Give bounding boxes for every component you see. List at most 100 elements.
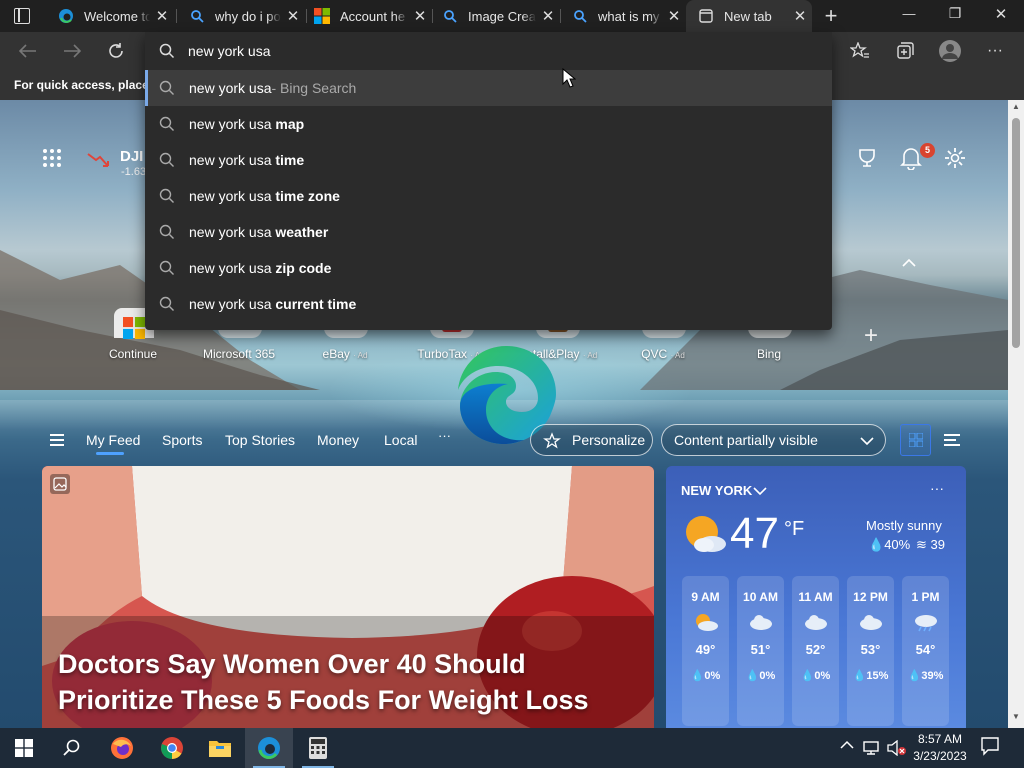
suggestion-item[interactable]: new york usa map [145,106,832,142]
tab-search-2[interactable]: what is my ✕ [560,0,686,32]
location-chevron-down-icon [753,487,767,496]
personalize-button[interactable]: Personalize [530,424,653,456]
shortcut-bing[interactable]: Bing [714,347,824,361]
edge-taskbar-icon[interactable] [245,728,293,768]
feed-tab-sports[interactable]: Sports [162,432,202,448]
feed-menu-hamburger-icon[interactable] [50,434,64,446]
feed-more-icon[interactable]: ··· [438,428,451,443]
suggestion-text: new york usa [189,152,276,168]
grid-layout-icon[interactable] [900,424,931,456]
ad-label: · Ad [353,351,368,360]
suggestion-item[interactable]: new york usa time zone [145,178,832,214]
favorites-star-icon[interactable] [848,40,872,62]
list-layout-icon[interactable] [944,434,960,446]
tray-chevron-up-icon[interactable] [840,740,854,754]
suggestion-item[interactable]: new york usa zip code [145,250,832,286]
network-icon[interactable] [862,740,882,756]
minimize-icon[interactable]: — [892,6,926,26]
hourly-forecast-10am[interactable]: 10 AM 51° 💧0% [737,576,784,726]
bing-search-icon [189,8,205,24]
bing-search-icon [442,8,458,24]
feed-tab-local[interactable]: Local [384,432,417,448]
tab-title: New tab [724,8,772,24]
settings-more-icon[interactable]: ··· [983,40,1007,62]
close-tab-icon[interactable]: ✕ [662,7,686,25]
microsoft-logo-icon [314,8,330,24]
tab-image-creator[interactable]: Image Crea ✕ [430,0,560,32]
address-input[interactable]: new york usa [188,43,270,59]
add-shortcut-plus-icon[interactable]: + [864,322,878,350]
hourly-forecast-11am[interactable]: 11 AM 52° 💧0% [792,576,839,726]
close-tab-icon[interactable]: ✕ [536,7,560,25]
system-clock[interactable]: 8:57 AM 3/23/2023 [912,731,968,765]
suggestion-item[interactable]: new york usa - Bing Search [145,70,832,106]
tab-actions-icon[interactable] [14,8,30,24]
weather-card[interactable]: NEW YORK ··· 47 °F Mostly sunny 💧40% ≋ 3… [666,466,966,728]
temperature-unit: °F [784,518,805,540]
collections-icon[interactable] [893,40,917,62]
shortcut-microsoft-365[interactable]: Microsoft 365 [184,347,294,361]
shortcut-ebay[interactable]: eBay · Ad [290,347,400,361]
collapse-chevron-up-icon[interactable] [902,258,918,274]
page-scrollbar[interactable]: ▲ ▼ [1008,100,1024,728]
ad-label: · Ad [670,351,685,360]
feed-tab-money[interactable]: Money [317,432,359,448]
hourly-forecast-1pm[interactable]: 1 PM 54° 💧39% [902,576,949,726]
hourly-forecast-9am[interactable]: 9 AM 49° 💧0% [682,576,729,726]
apps-grid-icon[interactable] [42,148,62,168]
suggestion-item[interactable]: new york usa time [145,142,832,178]
search-icon [159,116,174,131]
tab-welcome[interactable]: Welcome to ✕ [46,0,174,32]
content-visibility-dropdown[interactable]: Content partially visible [661,424,886,456]
forward-arrow-icon[interactable] [60,40,84,62]
close-tab-icon[interactable]: ✕ [408,7,432,25]
new-tab-plus-icon[interactable]: + [820,4,842,28]
suggestion-item[interactable]: new york usa weather [145,214,832,250]
hero-article-card[interactable]: Doctors Say Women Over 40 Should Priorit… [42,466,654,728]
precip-summary: 💧40% [868,537,911,552]
chrome-icon[interactable] [148,728,196,768]
address-bar-dropdown: new york usa new york usa - Bing Search … [145,32,832,330]
volume-muted-icon[interactable] [886,740,906,756]
suggestion-text: new york usa [189,188,276,204]
hour-label: 10 AM [743,590,778,604]
action-center-icon[interactable] [980,736,1004,760]
favorites-bar-hint: For quick access, place y [14,78,159,92]
taskbar-search-icon[interactable] [48,728,96,768]
feed-tab-my-feed[interactable]: My Feed [86,432,140,448]
feed-tab-top-stories[interactable]: Top Stories [225,432,295,448]
restore-icon[interactable]: ❐ [938,5,972,25]
partly-sunny-icon [695,614,718,631]
search-icon [159,188,174,203]
hour-temp: 51° [750,642,771,657]
hero-headline[interactable]: Doctors Say Women Over 40 Should Priorit… [58,646,638,718]
calculator-icon[interactable] [294,728,342,768]
notifications-bell-icon[interactable] [900,146,922,170]
profile-avatar-icon[interactable] [938,40,962,62]
refresh-icon[interactable] [104,40,128,62]
rewards-icon[interactable] [856,147,878,169]
scrollbar-thumb[interactable] [1012,118,1020,348]
close-tab-icon[interactable]: ✕ [150,7,174,25]
hourly-forecast-12pm[interactable]: 12 PM 53° 💧15% [847,576,894,726]
suggestion-item[interactable]: new york usa current time [145,286,832,322]
tab-new-tab[interactable]: New tab ✕ [686,0,812,32]
page-settings-gear-icon[interactable] [944,147,966,169]
weather-location[interactable]: NEW YORK [681,483,752,498]
windows-start-icon[interactable] [0,728,48,768]
stock-down-arrow-icon [86,150,110,170]
address-bar[interactable]: new york usa [145,32,832,70]
shortcut-continue[interactable]: Continue [78,347,188,361]
shortcut-qvc[interactable]: QVC · Ad [608,347,718,361]
tab-account[interactable]: Account he ✕ [302,0,432,32]
close-window-icon[interactable]: ✕ [984,5,1018,25]
firefox-icon[interactable] [98,728,146,768]
close-tab-icon[interactable]: ✕ [788,7,812,25]
back-arrow-icon[interactable] [16,40,40,62]
tab-title: why do i po [215,8,281,24]
weather-more-icon[interactable]: ··· [930,480,944,496]
personalize-star-icon [543,432,561,449]
tab-search-1[interactable]: why do i po ✕ [177,0,305,32]
stock-symbol[interactable]: DJI [120,148,143,165]
file-explorer-icon[interactable] [196,728,244,768]
